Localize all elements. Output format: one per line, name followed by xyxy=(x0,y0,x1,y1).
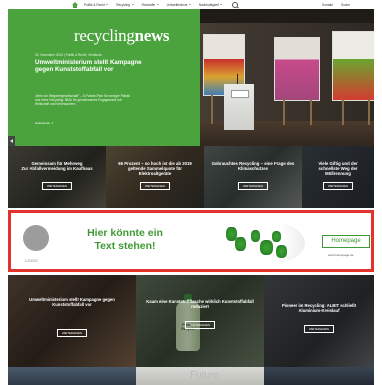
hero-teaser: „Nein zur Wegwerfgesellschaft" – 5-Punkt… xyxy=(35,94,130,107)
news-tile[interactable]: Pioneer im Recycling: ALBIT schließt Alu… xyxy=(264,275,374,367)
chevron-down-icon xyxy=(188,4,191,5)
tile-title: Gebrauchtes Recycling – eine Frage des K… xyxy=(211,161,295,171)
news-tile[interactable]: Gemeinsam für Mehrweg Zur Abfallvermeidu… xyxy=(8,146,106,208)
logo-placeholder-circle xyxy=(23,225,49,251)
nav-item-politik[interactable]: Politik & Recht xyxy=(84,2,109,7)
article-meta: 30. November 2023 | Politik & Recht, Ver… xyxy=(35,53,102,57)
advertisement-banner[interactable]: LOGO Hier könnte ein Text stehen! Homepa… xyxy=(8,210,374,272)
read-more-button[interactable]: WEITERLESEN xyxy=(56,329,88,338)
tile-title: Viele Giftig und der schnellste Weg der … xyxy=(318,161,358,176)
read-more-button[interactable]: WEITERLESEN xyxy=(322,182,354,191)
sprout-icon xyxy=(235,237,246,251)
search-icon[interactable] xyxy=(232,1,239,8)
news-tile[interactable]: Viele Giftig und der schnellste Weg der … xyxy=(302,146,374,208)
chevron-down-icon xyxy=(220,4,223,5)
logo-text: recycling xyxy=(74,26,135,45)
nav-contact-link[interactable]: Kontakt xyxy=(322,3,333,7)
ad-inner: LOGO Hier könnte ein Text stehen! Homepa… xyxy=(11,213,371,269)
nav-item-rohstoffe[interactable]: Rohstoffe xyxy=(142,3,159,7)
logo-text-bold: news xyxy=(134,26,170,45)
chevron-down-icon xyxy=(106,4,109,5)
nav-label: Rohstoffe xyxy=(141,2,156,7)
nav-label: Nachhaltigkeit xyxy=(198,2,219,7)
hero-card: recyclingnews 30. November 2023 | Politi… xyxy=(8,9,200,153)
easel-leg xyxy=(368,99,370,125)
hero-section: recyclingnews 30. November 2023 | Politi… xyxy=(8,9,374,153)
easel-leg xyxy=(211,94,213,124)
easel-leg xyxy=(342,99,344,125)
news-tile-image[interactable] xyxy=(8,367,136,385)
podium-sign xyxy=(231,90,249,98)
news-row-1: Gemeinsam für Mehrweg Zur Abfallvermeidu… xyxy=(8,146,374,208)
tile-overlay xyxy=(264,275,374,367)
easel-leg xyxy=(283,99,285,125)
hero-ceiling xyxy=(198,9,374,23)
podium xyxy=(224,74,254,130)
chevron-down-icon xyxy=(131,4,134,5)
nav-label: Politik & Recht xyxy=(84,2,105,7)
chevron-down-icon xyxy=(156,4,159,5)
campaign-poster xyxy=(274,37,320,101)
read-more-button[interactable]: WEITERLESEN xyxy=(184,321,216,330)
future-text: Future xyxy=(190,370,219,381)
slider-prev-arrow-icon[interactable] xyxy=(8,136,15,146)
nav-right: Kontakt Suche xyxy=(322,3,350,7)
nav-item-recycling[interactable]: Recycling xyxy=(116,2,134,7)
nav-item-nachhaltigkeit[interactable]: Nachhaltigkeit xyxy=(199,3,223,7)
sprout-icon xyxy=(251,230,260,242)
tile-title: Pioneer im Recycling: ALBIT schließt Alu… xyxy=(281,303,357,314)
homepage-button[interactable]: Homepage xyxy=(322,235,370,248)
read-more-button[interactable]: WEITERLESEN xyxy=(139,182,171,191)
tile-overlay xyxy=(302,146,374,208)
nav-label: Recycling xyxy=(116,2,131,7)
nav-item-umwelttechnik[interactable]: Umwelttechnik xyxy=(167,3,191,7)
read-more-button[interactable]: WEITERLESEN xyxy=(303,325,335,334)
news-tile[interactable]: Gebrauchtes Recycling – eine Frage des K… xyxy=(204,146,302,208)
tile-title: Umweltministerium stellt Kampagne gegen … xyxy=(29,297,115,308)
nav-search-link[interactable]: Suche xyxy=(341,3,350,7)
tile-title: Kaum eine Kunststoffflasche wirklich Kun… xyxy=(146,299,254,310)
read-more-link[interactable]: weiterlesen xyxy=(35,121,54,125)
top-navigation: Politik & Recht Recycling Rohstoffe Umwe… xyxy=(8,0,374,9)
nav-label: Umwelttechnik xyxy=(166,2,188,7)
easel-leg xyxy=(310,99,312,125)
site-logo[interactable]: recyclingnews xyxy=(74,26,170,46)
campaign-poster xyxy=(332,31,374,101)
read-more-label: weiterlesen xyxy=(35,121,51,125)
ad-url: www.homepage.de xyxy=(328,253,354,257)
sprout-icon xyxy=(272,231,281,242)
news-tile[interactable]: Please Recycle Kaum eine Kunststoffflasc… xyxy=(136,275,264,367)
tile-overlay xyxy=(204,146,302,208)
arrow-right-icon xyxy=(52,122,54,124)
tile-overlay xyxy=(106,146,204,208)
sprout-icon xyxy=(260,240,273,255)
news-tile[interactable]: 65 Prozent – so hoch ist die ab 2019 gel… xyxy=(106,146,204,208)
read-more-button[interactable]: WEITERLESEN xyxy=(41,182,73,191)
ad-claim: Hier könnte ein Text stehen! xyxy=(87,227,163,252)
microphone-icon xyxy=(237,74,238,84)
news-tile[interactable]: Umweltministerium stellt Kampagne gegen … xyxy=(8,275,136,367)
plate-image xyxy=(209,219,305,267)
hero-headline[interactable]: Umweltministerium stellt Kampagne gegen … xyxy=(35,59,155,73)
tile-title: 65 Prozent – so hoch ist die ab 2019 gel… xyxy=(118,161,192,176)
read-more-button[interactable]: WEITERLESEN xyxy=(237,182,269,191)
tile-overlay xyxy=(8,275,136,367)
ad-logo-label: LOGO xyxy=(25,258,38,263)
tile-overlay xyxy=(8,146,106,208)
sprout-icon xyxy=(276,245,287,258)
home-icon[interactable] xyxy=(72,1,78,8)
tile-title: Gemeinsam für Mehrweg Zur Abfallvermeidu… xyxy=(21,161,93,171)
news-row-2: Umweltministerium stellt Kampagne gegen … xyxy=(8,275,374,367)
news-tile-image[interactable] xyxy=(264,367,374,385)
